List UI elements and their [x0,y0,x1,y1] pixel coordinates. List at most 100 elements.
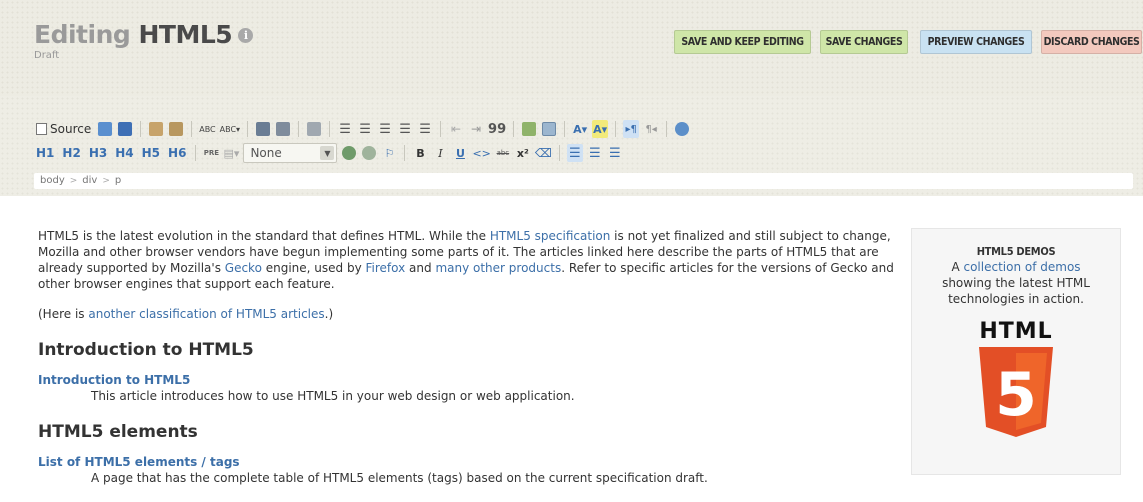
editor-content[interactable]: HTML5 is the latest evolution in the sta… [38,228,900,486]
demos-title: HTML5 DEMOS [976,245,1056,258]
toolbar-divider [558,145,560,161]
toolbar-divider [666,121,668,137]
path-p[interactable]: p [115,175,121,186]
path-div[interactable]: div [82,175,97,186]
superscript-button[interactable]: x² [515,144,531,162]
discard-changes-button[interactable]: DISCARD CHANGES [1041,30,1142,54]
paste-word-icon[interactable] [168,120,184,138]
format-select[interactable]: None ▼ [243,143,338,163]
toolbar-divider [564,121,566,137]
heading-5-button[interactable]: H5 [140,144,162,162]
definition-term: Introduction to HTML5 [38,372,900,388]
section-heading-elements: HTML5 elements [38,422,198,442]
heading-6-button[interactable]: H6 [166,144,188,162]
align-right-icon[interactable]: ☰ [607,144,623,162]
source-icon [36,123,47,135]
paste-icon[interactable] [148,120,164,138]
increase-indent-icon[interactable]: ⇥ [468,120,484,138]
toolbar-divider [440,121,442,137]
image-icon[interactable] [521,120,537,138]
save-and-keep-editing-button[interactable]: SAVE AND KEEP EDITING [674,30,811,54]
ltr-icon[interactable]: ▸¶ [623,120,640,138]
remove-format-icon[interactable]: ⌫ [535,144,552,162]
toolbar-row-1: Source ABC ABC▾ ☰ ☰ ☰ ☰ ☰ ⇤ ⇥ 99 A▾ A▾ ▸… [34,118,690,140]
syntax-highlight-icon[interactable]: ▤▾ [223,144,239,162]
format-select-value: None [250,146,282,160]
page-title: Editing HTML5 i [34,20,254,49]
element-path-bar: body > div > p [34,173,1133,189]
code-button[interactable]: <> [472,144,490,162]
definition-term: List of HTML5 elements / tags [38,454,900,470]
collection-of-demos-link[interactable]: collection of demos [963,260,1080,274]
html5-elements-list-link[interactable]: List of HTML5 elements / tags [38,455,240,469]
html5-demos-box: HTML5 DEMOS A collection of demos showin… [911,228,1121,475]
save-icon[interactable] [117,120,133,138]
demos-text: A collection of demos showing the latest… [912,259,1120,307]
info-icon[interactable]: i [238,28,254,43]
spellcheck-icon[interactable]: ABC [199,120,215,138]
bold-button[interactable]: B [412,144,428,162]
toolbar-divider [140,121,142,137]
path-separator: > [69,176,78,186]
many-other-products-link[interactable]: many other products [435,261,561,275]
html-logo-word: HTML [979,319,1053,344]
classification-link[interactable]: another classification of HTML5 articles [88,307,324,321]
firefox-link[interactable]: Firefox [366,261,406,275]
toolbar-divider [615,121,617,137]
html5-logo-icon[interactable]: 5 [979,347,1053,439]
toolbar-divider [404,145,406,161]
preformatted-button[interactable]: PRE [203,144,219,162]
source-button[interactable]: Source [34,120,93,138]
align-left-icon[interactable]: ☰ [566,144,583,162]
replace-icon[interactable] [275,120,291,138]
rtl-icon[interactable]: ¶◂ [643,120,659,138]
heading-2-button[interactable]: H2 [60,144,82,162]
page-header: Editing HTML5 i Draft SAVE AND KEEP EDITI… [0,0,1143,96]
unlink-icon[interactable] [361,144,377,162]
page-title-name: HTML5 [138,20,233,49]
toolbar-divider [191,121,193,137]
section-heading-introduction: Introduction to HTML5 [38,340,254,360]
anchor-icon[interactable]: ⚐ [381,144,397,162]
strikethrough-button[interactable]: abc [495,144,511,162]
outdent-icon[interactable]: ☰ [377,120,393,138]
demos-text-start: A [951,260,964,274]
align-center-icon[interactable]: ☰ [587,144,603,162]
heading-4-button[interactable]: H4 [113,144,135,162]
definition-list-icon[interactable]: ☰ [417,120,433,138]
underline-button[interactable]: U [452,144,468,162]
gecko-link[interactable]: Gecko [225,261,262,275]
intro-text: engine, used by [261,261,366,275]
show-blocks-icon[interactable] [674,120,690,138]
introduction-to-html5-link[interactable]: Introduction to HTML5 [38,373,190,387]
heading-1-button[interactable]: H1 [34,144,56,162]
path-body[interactable]: body [40,175,65,186]
save-draft-icon[interactable] [97,120,113,138]
note-text: .) [324,307,334,321]
decrease-indent-icon[interactable]: ⇤ [448,120,464,138]
find-icon[interactable] [255,120,271,138]
numbered-list-icon[interactable]: ☰ [337,120,353,138]
italic-button[interactable]: I [432,144,448,162]
text-color-icon[interactable]: A▾ [572,120,588,138]
link-icon[interactable] [341,144,357,162]
heading-3-button[interactable]: H3 [87,144,109,162]
page-title-prefix: Editing [34,20,131,49]
bulleted-list-icon[interactable]: ☰ [357,120,373,138]
classification-note: (Here is another classification of HTML5… [38,306,900,322]
editor-toolbar-area: Source ABC ABC▾ ☰ ☰ ☰ ☰ ☰ ⇤ ⇥ 99 A▾ A▾ ▸… [0,96,1143,196]
spellcheck-menu-icon[interactable]: ABC▾ [220,120,240,138]
definition-description: This article introduces how to use HTML5… [91,389,575,403]
preview-changes-button[interactable]: PREVIEW CHANGES [920,30,1032,54]
background-color-icon[interactable]: A▾ [592,120,609,138]
html5-specification-link[interactable]: HTML5 specification [490,229,611,243]
select-all-icon[interactable] [306,120,322,138]
table-icon[interactable] [541,120,557,138]
blockquote-icon[interactable]: 99 [488,120,506,138]
intro-paragraph: HTML5 is the latest evolution in the sta… [38,228,900,292]
demos-text-rest: showing the latest HTML technologies in … [942,276,1090,306]
indent-icon[interactable]: ☰ [397,120,413,138]
toolbar-divider [329,121,331,137]
save-changes-button[interactable]: SAVE CHANGES [820,30,908,54]
draft-status: Draft [34,50,60,61]
